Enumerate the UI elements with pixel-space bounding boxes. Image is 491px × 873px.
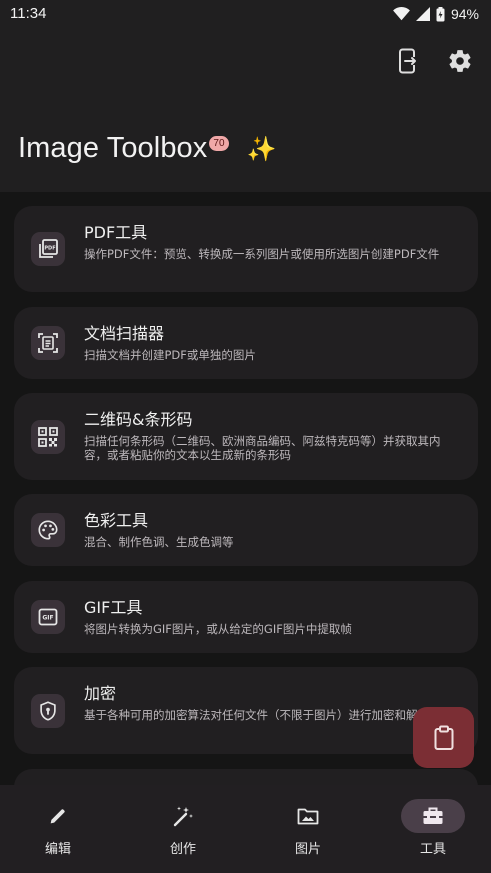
nav-item-tools[interactable]: 工具 (393, 785, 473, 873)
nav-label: 图片 (294, 842, 321, 857)
tool-description: 混合、制作色调、生成色调等 (84, 535, 234, 549)
status-bar: 11:34 94% (0, 0, 491, 30)
toolbox-icon (423, 807, 443, 824)
tool-title: GIF工具 (84, 598, 143, 617)
tool-title: 文档扫描器 (84, 324, 165, 343)
tool-description: 将图片转换为GIF图片，或从给定的GIF图片中提取帧 (84, 622, 352, 636)
clipboard-icon (434, 725, 453, 750)
gif-icon: GIF (31, 600, 65, 634)
pencil-icon (50, 809, 65, 824)
tool-card-pdf[interactable]: PDF PDF工具 操作PDF文件：预览、转换成一系列图片或使用所选图片创建PD… (14, 206, 478, 292)
device-share-icon (399, 48, 418, 74)
wifi-icon (393, 7, 410, 21)
bottom-navigation: 编辑 创作 图片 工具 (0, 785, 491, 873)
nav-item-edit[interactable]: 编辑 (18, 785, 98, 873)
status-time: 11:34 (10, 5, 47, 22)
share-device-button[interactable] (393, 44, 423, 78)
document-scanner-icon (31, 326, 65, 360)
magic-wand-icon (173, 806, 193, 827)
app-title: Image Toolbox (18, 132, 208, 164)
sparkles-icon[interactable]: ✨ (247, 134, 277, 164)
tool-card-encryption[interactable]: 加密 基于各种可用的加密算法对任何文件（不限于图片）进行加密和解密 (14, 667, 478, 754)
tool-card-gif-tools[interactable]: GIF GIF工具 将图片转换为GIF图片，或从给定的GIF图片中提取帧 (14, 581, 478, 653)
app-bar: 11:34 94% Image Toolbox 70 ✨ (0, 0, 491, 192)
tool-description: 基于各种可用的加密算法对任何文件（不限于图片）进行加密和解密 (84, 708, 429, 722)
tool-title: PDF工具 (84, 223, 148, 242)
tool-description: 扫描任何条形码（二维码、欧洲商品编码、阿兹特克码等）并获取其内容，或者粘贴你的文… (84, 434, 441, 462)
svg-text:PDF: PDF (44, 246, 55, 252)
tool-card-qr-barcode[interactable]: 二维码&条形码 扫描任何条形码（二维码、欧洲商品编码、阿兹特克码等）并获取其内容… (14, 393, 478, 480)
nav-item-create[interactable]: 创作 (143, 785, 223, 873)
tool-card-document-scanner[interactable]: 文档扫描器 扫描文档并创建PDF或单独的图片 (14, 307, 478, 379)
signal-icon (415, 7, 430, 21)
nav-label: 编辑 (44, 842, 71, 857)
pdf-icon: PDF (31, 232, 65, 266)
palette-icon (31, 513, 65, 547)
nav-label: 工具 (419, 842, 446, 857)
qr-code-icon (31, 420, 65, 454)
battery-icon (436, 6, 445, 21)
battery-percent: 94% (450, 6, 479, 22)
tool-title: 加密 (84, 684, 117, 703)
settings-button[interactable] (445, 44, 475, 78)
shield-lock-icon (31, 694, 65, 728)
nav-label: 创作 (169, 842, 196, 857)
version-badge: 70 (209, 136, 229, 151)
tool-description: 操作PDF文件：预览、转换成一系列图片或使用所选图片创建PDF文件 (84, 247, 440, 261)
nav-item-images[interactable]: 图片 (268, 785, 348, 873)
tool-description: 扫描文档并创建PDF或单独的图片 (84, 348, 256, 362)
svg-text:GIF: GIF (42, 615, 53, 622)
status-icons: 94% (393, 6, 479, 22)
tool-title: 二维码&条形码 (84, 410, 193, 429)
tool-card-color-tools[interactable]: 色彩工具 混合、制作色调、生成色调等 (14, 494, 478, 566)
tool-title: 色彩工具 (84, 511, 149, 530)
paste-clipboard-button[interactable] (413, 707, 474, 768)
app-title-row: Image Toolbox 70 ✨ (18, 132, 276, 165)
gear-icon (449, 50, 471, 72)
image-folder-icon (297, 808, 319, 825)
